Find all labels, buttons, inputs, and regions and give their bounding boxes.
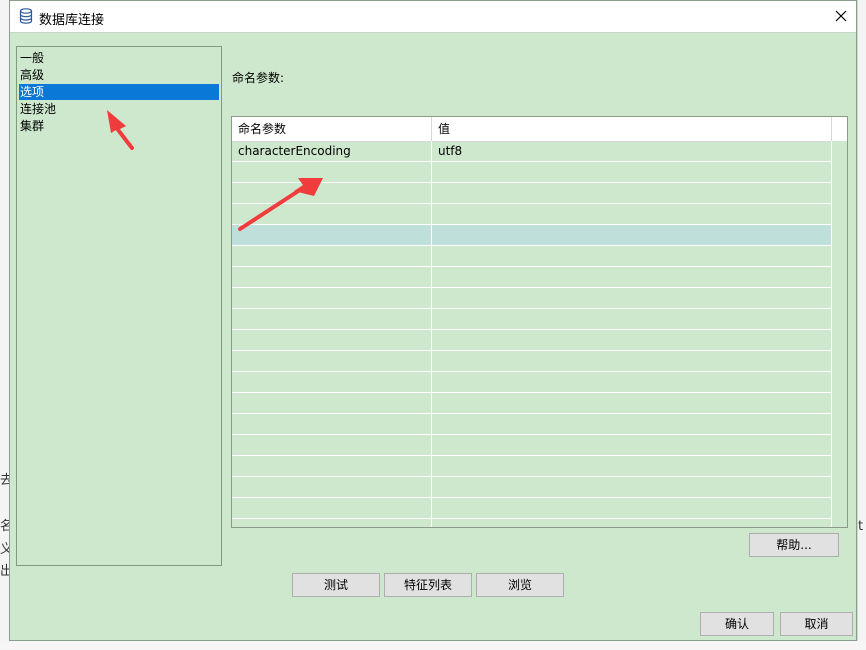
annotation-arrows [107, 110, 323, 231]
red-arrow-icon [238, 178, 323, 231]
red-arrow-icon [107, 110, 134, 150]
